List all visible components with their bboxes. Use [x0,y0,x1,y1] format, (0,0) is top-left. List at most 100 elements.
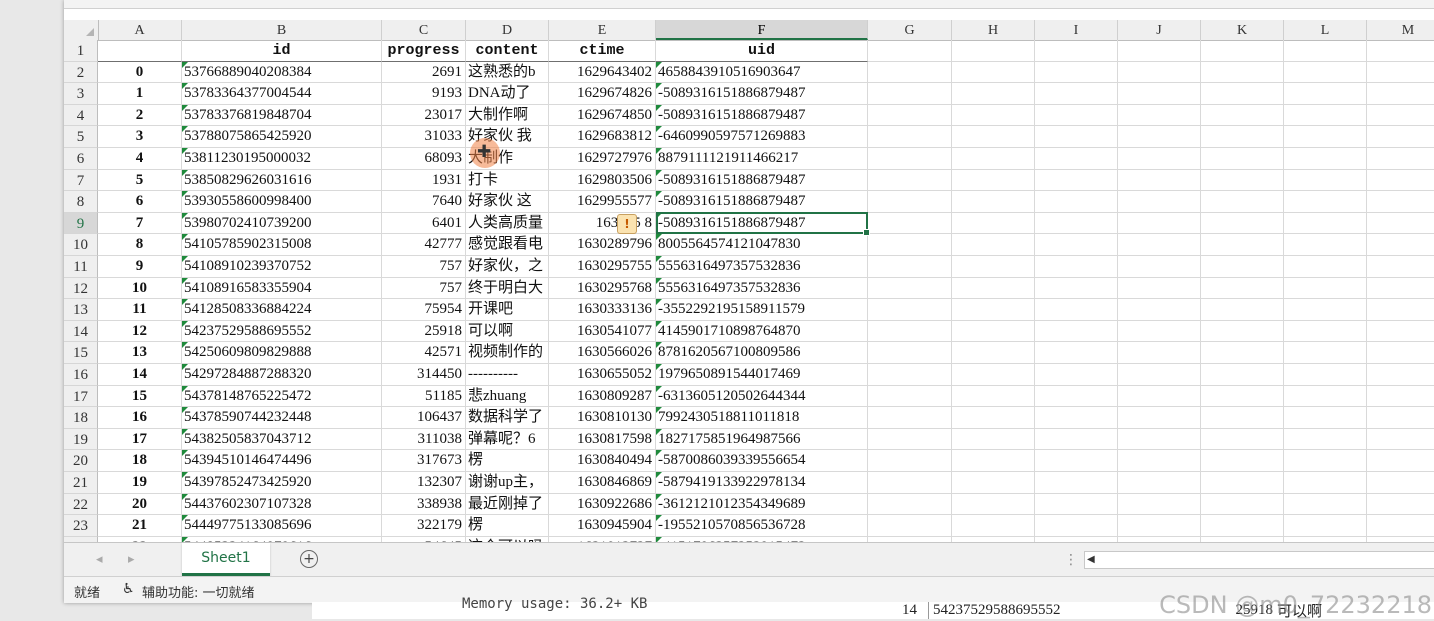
row-number[interactable]: 19 [64,428,98,451]
empty-cell[interactable] [1035,169,1118,192]
empty-cell[interactable] [1284,234,1367,256]
horizontal-scrollbar[interactable]: ◀ [1084,551,1434,569]
id-cell[interactable]: 53980702410739200 [182,212,382,235]
empty-cell[interactable] [868,407,952,429]
content-cell[interactable]: 好家伙 这 [466,191,549,213]
empty-cell[interactable] [1035,320,1118,343]
ctime-cell[interactable]: 1630922686 [549,493,656,516]
empty-cell[interactable] [868,320,952,343]
empty-cell[interactable] [1284,407,1367,429]
empty-cell[interactable] [1367,126,1434,148]
empty-cell[interactable] [1118,256,1201,278]
uid-cell[interactable]: 4145901710898764870 [656,320,868,343]
row-number[interactable]: 11 [64,256,98,278]
ctime-cell[interactable]: 1629674826 [549,83,656,105]
spreadsheet-grid[interactable]: ABCDEFGHIJKLM 1 id progress content ctime uid… [64,20,1434,542]
empty-cell[interactable] [952,234,1035,256]
ctime-cell[interactable]: 1630333136 [549,299,656,321]
header-cell-id[interactable]: id [182,40,382,62]
empty-cell[interactable] [1284,212,1367,235]
empty-cell[interactable] [1118,428,1201,451]
uid-cell[interactable]: -3612121012354349689 [656,493,868,516]
progress-cell[interactable]: 7640 [382,191,466,213]
index-cell[interactable]: 6 [98,191,182,213]
empty-cell[interactable] [1367,407,1434,429]
row-number[interactable]: 2 [64,61,98,84]
row-number[interactable]: 16 [64,364,98,386]
row-number[interactable]: 4 [64,104,98,127]
index-cell[interactable]: 15 [98,385,182,408]
empty-cell[interactable] [1284,169,1367,192]
progress-cell[interactable]: 322179 [382,515,466,537]
ctime-cell[interactable]: 1629643402 [549,61,656,84]
id-cell[interactable]: 54128508336884224 [182,299,382,321]
empty-cell[interactable] [952,277,1035,300]
empty-cell[interactable] [952,364,1035,386]
index-cell[interactable]: 20 [98,493,182,516]
empty-cell[interactable] [1201,364,1284,386]
empty-cell[interactable] [1367,278,1434,300]
column-header-f[interactable]: F [656,20,868,40]
empty-cell[interactable] [952,148,1035,170]
empty-cell[interactable] [868,428,952,451]
empty-cell[interactable] [1201,428,1284,451]
ctime-cell[interactable]: 1630840494 [549,450,656,472]
empty-cell[interactable] [952,385,1035,408]
empty-cell[interactable] [1284,277,1367,300]
progress-cell[interactable]: 42777 [382,234,466,256]
empty-cell[interactable] [1118,277,1201,300]
header-cell-content[interactable]: content [466,40,549,62]
header-cell-progress[interactable]: progress [382,40,466,62]
empty-cell[interactable] [1201,83,1284,105]
content-cell[interactable]: 好家伙，之 [466,256,549,278]
empty-cell[interactable] [1035,515,1118,537]
row-number[interactable]: 9 [64,212,98,235]
progress-cell[interactable]: 51185 [382,385,466,408]
id-cell[interactable]: 54378148765225472 [182,385,382,408]
empty-cell[interactable] [868,256,952,278]
index-cell[interactable]: 9 [98,256,182,278]
row-number[interactable]: 7 [64,169,98,192]
row-number[interactable]: 8 [64,191,98,213]
empty-cell[interactable] [1118,320,1201,343]
id-cell[interactable]: 54394510146474496 [182,450,382,472]
empty-cell[interactable] [1118,342,1201,364]
empty-cell[interactable] [1284,493,1367,516]
empty-cell[interactable] [1201,407,1284,429]
progress-cell[interactable]: 75954 [382,299,466,321]
empty-cell[interactable] [952,104,1035,127]
index-cell[interactable]: 3 [98,126,182,148]
empty-cell[interactable] [868,472,952,494]
index-cell[interactable]: 17 [98,428,182,451]
id-cell[interactable]: 54449775133085696 [182,515,382,537]
empty-cell[interactable] [1284,342,1367,364]
empty-cell[interactable] [868,234,952,256]
empty-cell[interactable] [1118,191,1201,213]
index-cell[interactable]: 5 [98,169,182,192]
empty-cell[interactable] [1201,342,1284,364]
empty-cell[interactable] [1367,170,1434,192]
empty-cell[interactable] [1118,104,1201,127]
progress-cell[interactable]: 106437 [382,407,466,429]
empty-cell[interactable] [1118,61,1201,84]
index-cell[interactable]: 8 [98,234,182,256]
content-cell[interactable]: ---------- [466,364,549,386]
empty-cell[interactable] [1284,299,1367,321]
row-number[interactable]: 17 [64,385,98,408]
id-cell[interactable]: 54397852473425920 [182,472,382,494]
empty-cell[interactable] [952,83,1035,105]
empty-cell[interactable] [1284,472,1367,494]
next-sheet-icon[interactable]: ▸ [128,552,135,567]
empty-cell[interactable] [1367,342,1434,364]
content-cell[interactable]: 弹幕呢？6 [466,428,549,451]
empty-cell[interactable] [868,126,952,148]
ctime-cell[interactable]: 1629955577 [549,191,656,213]
empty-cell[interactable] [1035,385,1118,408]
ctime-cell[interactable]: 163005 8 [549,212,656,235]
empty-cell[interactable] [1201,493,1284,516]
empty-cell[interactable] [868,212,952,235]
empty-cell[interactable] [1201,277,1284,300]
empty-cell[interactable] [1367,472,1434,494]
prev-sheet-icon[interactable]: ◂ [96,552,103,567]
index-cell[interactable]: 12 [98,320,182,343]
